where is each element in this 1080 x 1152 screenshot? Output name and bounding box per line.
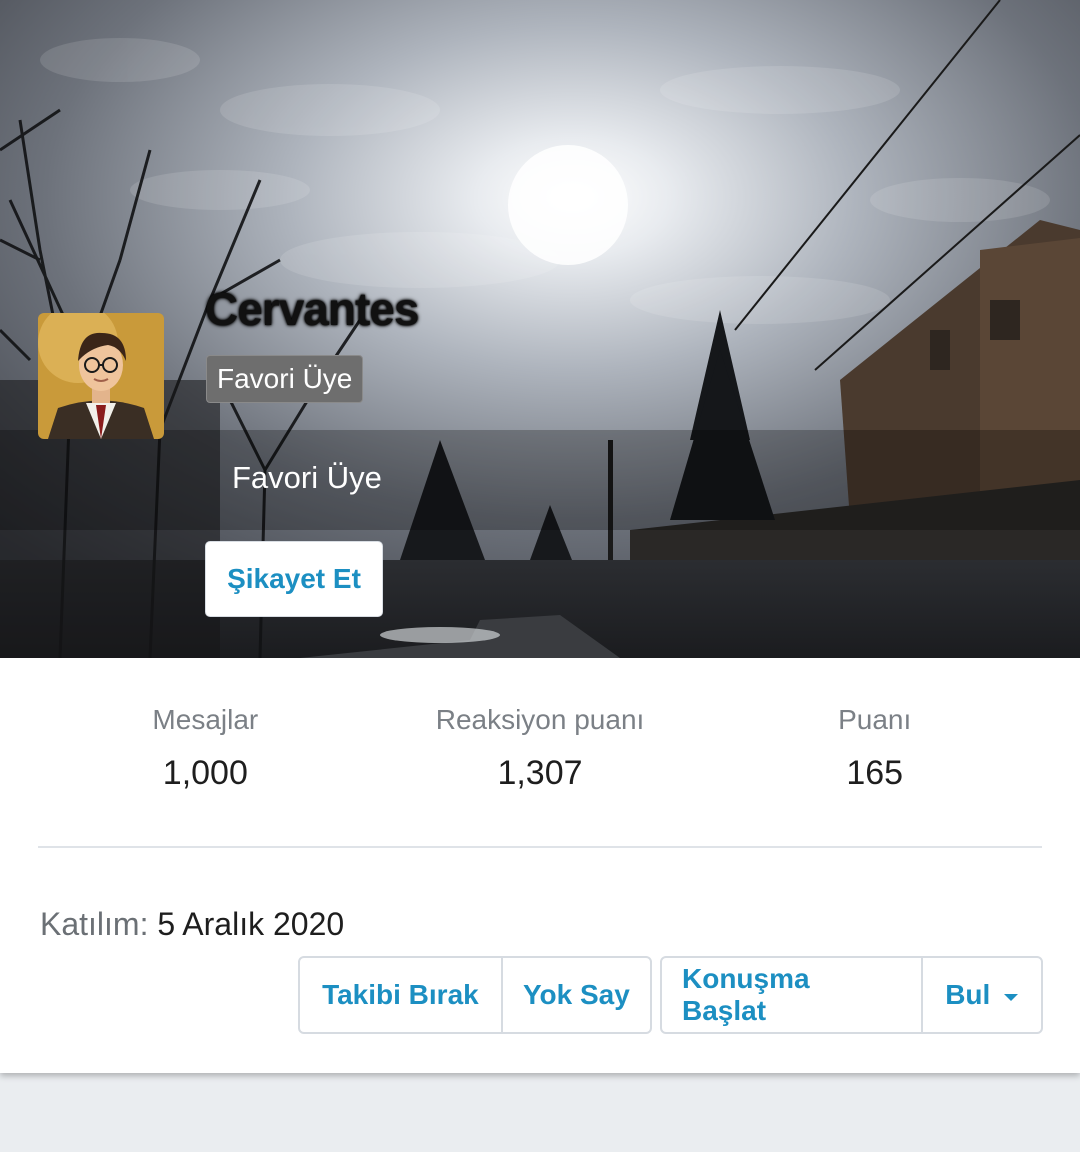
avatar[interactable] xyxy=(38,313,164,439)
member-stats: Mesajlar 1,000 Reaksiyon puanı 1,307 Pua… xyxy=(38,700,1042,798)
stat-messages[interactable]: Mesajlar 1,000 xyxy=(38,700,373,798)
stat-points-label: Puanı xyxy=(838,704,912,735)
user-title: Favori Üye xyxy=(232,460,382,495)
stat-reaction-value: 1,307 xyxy=(497,754,583,792)
stat-points[interactable]: Puanı 165 xyxy=(707,700,1042,798)
joined-date: Katılım: 5 Aralık 2020 xyxy=(40,906,344,943)
stat-reaction-label: Reaksiyon puanı xyxy=(435,704,645,735)
stat-reaction-score[interactable]: Reaksiyon puanı 1,307 xyxy=(373,700,708,798)
stat-messages-label: Mesajlar xyxy=(152,704,259,735)
username: Cervantes xyxy=(205,283,419,335)
follow-ignore-group: Takibi Bırak Yok Say xyxy=(298,956,652,1034)
divider xyxy=(38,846,1042,848)
profile-cover-banner: Cervantes Favori Üye Favori Üye Şikayet … xyxy=(0,0,1080,658)
user-group-badge: Favori Üye xyxy=(206,355,364,403)
caret-down-icon xyxy=(1004,993,1019,1001)
ignore-button[interactable]: Yok Say xyxy=(500,958,650,1032)
joined-value: 5 Aralık 2020 xyxy=(157,906,345,942)
start-conversation-button[interactable]: Konuşma Başlat xyxy=(662,958,921,1032)
conversation-find-group: Konuşma Başlat Bul xyxy=(660,956,1043,1034)
member-profile-card: Cervantes Favori Üye Favori Üye Şikayet … xyxy=(0,0,1080,1073)
joined-label: Katılım: xyxy=(40,906,149,942)
stat-points-value: 165 xyxy=(846,754,904,792)
avatar-portrait-icon xyxy=(38,313,164,439)
find-label: Bul xyxy=(945,979,991,1010)
stat-messages-value: 1,000 xyxy=(162,754,248,792)
unfollow-button[interactable]: Takibi Bırak xyxy=(300,958,501,1032)
cover-shade-strip xyxy=(0,430,1080,530)
report-button[interactable]: Şikayet Et xyxy=(205,541,383,617)
find-dropdown-button[interactable]: Bul xyxy=(920,958,1041,1032)
